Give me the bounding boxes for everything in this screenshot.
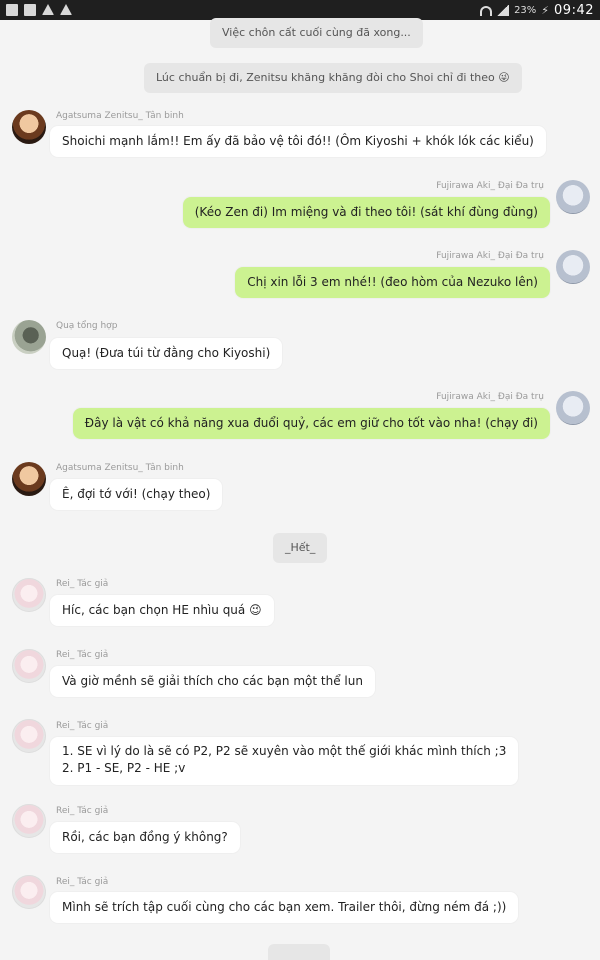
notification-icons: [6, 4, 72, 16]
message-bubble[interactable]: Quạ! (Đưa túi từ đằng cho Kiyoshi): [50, 338, 283, 369]
system-message: Lúc chuẩn bị đi, Zenitsu khăng khăng đòi…: [144, 63, 522, 93]
battery-percent: 23%: [514, 5, 537, 16]
message-text: Shoichi mạnh lắm!! Em ấy đã bảo vệ tôi đ…: [62, 134, 534, 148]
system-message: Việc chôn cất cuối cùng đã xong...: [210, 18, 423, 48]
message-text: 1. SE vì lý do là sẽ có P2, P2 sẽ xuyên …: [62, 744, 507, 758]
gallery-notification-icon: [24, 4, 36, 16]
message-text: Híc, các bạn chọn HE nhìu quá 😉: [62, 603, 262, 617]
message-bubble[interactable]: Và giờ mềnh sẽ giải thích cho các bạn mộ…: [50, 666, 375, 697]
message-bubble[interactable]: 1. SE vì lý do là sẽ có P2, P2 sẽ xuyên …: [50, 737, 519, 785]
warning-icon: [42, 4, 54, 15]
message-text: Đây là vật có khả năng xua đuổi quỷ, các…: [84, 416, 538, 430]
sender-name: Rei_ Tác giả: [56, 721, 109, 731]
zenitsu-avatar[interactable]: [12, 462, 46, 496]
rei-avatar[interactable]: [12, 649, 46, 683]
message-bubble[interactable]: Chị xin lỗi 3 em nhé!! (đeo hòm của Nezu…: [235, 267, 550, 298]
end-marker: _Hết_: [273, 533, 328, 563]
rei-avatar[interactable]: [12, 719, 46, 753]
signal-icon: [497, 5, 510, 16]
sender-name: Agatsuma Zenitsu_ Tân binh: [56, 111, 184, 121]
message-text: Và giờ mềnh sẽ giải thích cho các bạn mộ…: [62, 674, 363, 688]
message-bubble[interactable]: Đây là vật có khả năng xua đuổi quỷ, các…: [72, 408, 550, 439]
crow-avatar[interactable]: [12, 320, 46, 354]
message-text: Ê, đợi tớ với! (chạy theo): [62, 487, 211, 501]
app-notification-icon: [6, 4, 18, 16]
status-right: 23% ⚡ 09:42: [480, 3, 594, 18]
warning-icon-2: [60, 4, 72, 15]
aki-avatar[interactable]: [556, 391, 590, 425]
message-bubble[interactable]: Híc, các bạn chọn HE nhìu quá 😉: [50, 595, 274, 626]
message-bubble[interactable]: Mình sẽ trích tập cuối cùng cho các bạn …: [50, 892, 519, 923]
sender-name: Agatsuma Zenitsu_ Tân binh: [56, 463, 184, 473]
sender-name: Rei_ Tác giả: [56, 877, 109, 887]
sender-name: Rei_ Tác giả: [56, 806, 109, 816]
battery-charging-icon: ⚡: [541, 4, 550, 17]
rei-avatar[interactable]: [12, 875, 46, 909]
message-text: 2. P1 - SE, P2 - HE ;v: [62, 761, 186, 775]
message-bubble[interactable]: Ê, đợi tớ với! (chạy theo): [50, 479, 223, 510]
aki-avatar[interactable]: [556, 250, 590, 284]
sender-name: Fujirawa Aki_ Đại Đa trụ: [436, 181, 544, 191]
rei-avatar[interactable]: [12, 804, 46, 838]
message-text: Quạ! (Đưa túi từ đằng cho Kiyoshi): [62, 346, 271, 360]
message-bubble[interactable]: (Kéo Zen đi) Im miệng và đi theo tôi! (s…: [182, 197, 550, 228]
message-text: Rồi, các bạn đồng ý không?: [62, 830, 228, 844]
sender-name: Quạ tổng hợp: [56, 321, 118, 331]
message-bubble[interactable]: Rồi, các bạn đồng ý không?: [50, 822, 240, 853]
wifi-icon: [480, 5, 493, 16]
sender-name: Rei_ Tác giả: [56, 579, 109, 589]
rei-avatar[interactable]: [12, 578, 46, 612]
message-text: Chị xin lỗi 3 em nhé!! (đeo hòm của Nezu…: [247, 275, 538, 289]
message-bubble[interactable]: Shoichi mạnh lắm!! Em ấy đã bảo vệ tôi đ…: [50, 126, 546, 157]
zenitsu-avatar[interactable]: [12, 110, 46, 144]
clock: 09:42: [554, 3, 594, 18]
sender-name: Rei_ Tác giả: [56, 650, 109, 660]
next-system-message: [268, 944, 330, 960]
status-bar: 23% ⚡ 09:42: [0, 0, 600, 20]
sender-name: Fujirawa Aki_ Đại Đa trụ: [436, 392, 544, 402]
message-text: Mình sẽ trích tập cuối cùng cho các bạn …: [62, 900, 507, 914]
message-text: (Kéo Zen đi) Im miệng và đi theo tôi! (s…: [194, 205, 538, 219]
aki-avatar[interactable]: [556, 180, 590, 214]
sender-name: Fujirawa Aki_ Đại Đa trụ: [436, 251, 544, 261]
